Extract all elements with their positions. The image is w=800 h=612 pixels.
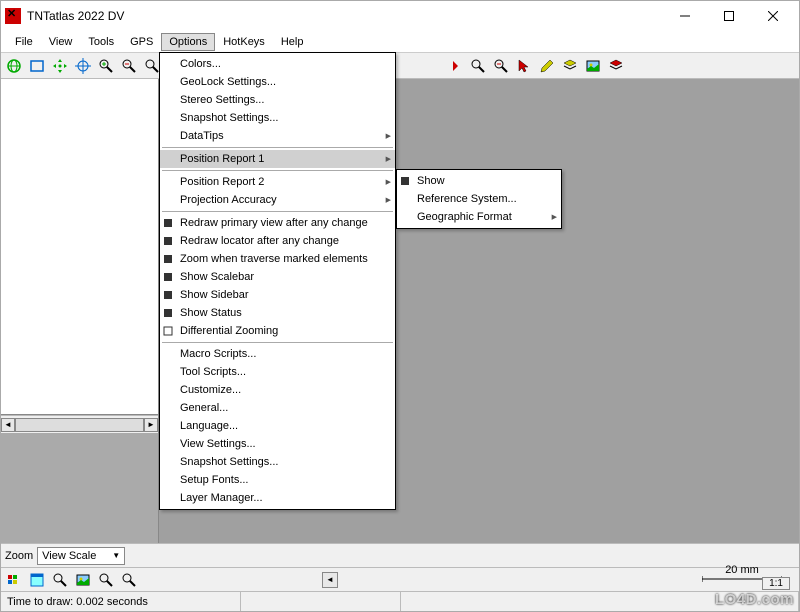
minimize-button[interactable] (663, 2, 707, 30)
main-toolbar (1, 53, 799, 79)
options-position-report-2[interactable]: Position Report 2▶ (160, 173, 395, 191)
bottom-toolbar: ◄ (1, 567, 799, 591)
options-show-sidebar[interactable]: Show Sidebar (160, 286, 395, 304)
zoom-bar: Zoom View Scale ▼ (1, 543, 799, 567)
sidebar-scrollbar[interactable]: ◄ ► (1, 415, 158, 433)
zoom-label: Zoom (5, 550, 33, 562)
options-redraw-primary-view-after-any-change[interactable]: Redraw primary view after any change (160, 214, 395, 232)
check-icon (400, 176, 410, 186)
posreport-show[interactable]: Show (397, 172, 561, 190)
hscroll-left-icon[interactable]: ◄ (322, 572, 338, 588)
options-menu: Colors...GeoLock Settings...Stereo Setti… (159, 52, 396, 510)
menu-hotkeys[interactable]: HotKeys (215, 33, 273, 51)
tool-pan-right[interactable] (444, 55, 466, 77)
check-icon (163, 308, 173, 318)
tool-magnify-gradient[interactable] (118, 569, 140, 591)
tool-zoom-in[interactable] (95, 55, 117, 77)
options-projection-accuracy[interactable]: Projection Accuracy▶ (160, 191, 395, 209)
tool-palette[interactable] (3, 569, 25, 591)
check-icon (163, 254, 173, 264)
options-snapshot-settings[interactable]: Snapshot Settings... (160, 453, 395, 471)
options-differential-zooming[interactable]: Differential Zooming (160, 322, 395, 340)
options-zoom-when-traverse-marked-elements[interactable]: Zoom when traverse marked elements (160, 250, 395, 268)
tool-window[interactable] (26, 569, 48, 591)
options-macro-scripts[interactable]: Macro Scripts... (160, 345, 395, 363)
menubar: FileViewToolsGPSOptionsHotKeysHelp (1, 31, 799, 53)
scroll-right-icon[interactable]: ► (144, 418, 158, 432)
tool-image-toggle[interactable] (582, 55, 604, 77)
options-layer-manager[interactable]: Layer Manager... (160, 489, 395, 507)
status-cell-2 (241, 592, 401, 611)
options-customize[interactable]: Customize... (160, 381, 395, 399)
options-tool-scripts[interactable]: Tool Scripts... (160, 363, 395, 381)
zoom-select[interactable]: View Scale ▼ (37, 547, 125, 565)
options-position-report-1[interactable]: Position Report 1▶ (160, 150, 395, 168)
check-icon (163, 290, 173, 300)
status-time: Time to draw: 0.002 seconds (1, 592, 241, 611)
tool-zoom-tool[interactable] (467, 55, 489, 77)
posreport-geographic-format[interactable]: Geographic Format▶ (397, 208, 561, 226)
tool-zoom-out[interactable] (118, 55, 140, 77)
options-show-scalebar[interactable]: Show Scalebar (160, 268, 395, 286)
submenu-arrow-icon: ▶ (386, 132, 391, 140)
tool-pencil[interactable] (536, 55, 558, 77)
tool-magnify-blue[interactable] (95, 569, 117, 591)
title-bar: TNTatlas 2022 DV (1, 1, 799, 31)
tool-move[interactable] (49, 55, 71, 77)
menu-help[interactable]: Help (273, 33, 312, 51)
sidebar: ◄ ► (1, 79, 159, 543)
watermark: LO4D.com (715, 591, 794, 608)
statusbar: Time to draw: 0.002 seconds (1, 591, 799, 611)
tool-rect-select[interactable] (26, 55, 48, 77)
content-area: ◄ ► (1, 79, 799, 543)
tool-picture[interactable] (72, 569, 94, 591)
close-button[interactable] (751, 2, 795, 30)
scroll-track[interactable] (15, 418, 144, 432)
scroll-left-icon[interactable]: ◄ (1, 418, 15, 432)
menu-view[interactable]: View (41, 33, 81, 51)
position-report-submenu: ShowReference System...Geographic Format… (396, 169, 562, 229)
tool-cursor[interactable] (513, 55, 535, 77)
check-icon (163, 272, 173, 282)
zoom-selected: View Scale (42, 550, 96, 562)
tool-globe[interactable] (3, 55, 25, 77)
options-language[interactable]: Language... (160, 417, 395, 435)
dropdown-arrow-icon: ▼ (112, 551, 120, 560)
scale-ratio: 1:1 (762, 577, 790, 590)
posreport-reference-system[interactable]: Reference System... (397, 190, 561, 208)
check-icon (163, 326, 173, 336)
options-view-settings[interactable]: View Settings... (160, 435, 395, 453)
options-setup-fonts[interactable]: Setup Fonts... (160, 471, 395, 489)
window-title: TNTatlas 2022 DV (27, 9, 663, 23)
menu-file[interactable]: File (7, 33, 41, 51)
options-snapshot-settings[interactable]: Snapshot Settings... (160, 109, 395, 127)
tool-layers-yellow[interactable] (559, 55, 581, 77)
scale-label: 20 mm (725, 564, 759, 576)
check-icon (163, 218, 173, 228)
options-redraw-locator-after-any-change[interactable]: Redraw locator after any change (160, 232, 395, 250)
menu-gps[interactable]: GPS (122, 33, 161, 51)
options-general[interactable]: General... (160, 399, 395, 417)
options-colors[interactable]: Colors... (160, 55, 395, 73)
submenu-arrow-icon: ▶ (386, 196, 391, 204)
locator-panel (1, 433, 158, 543)
submenu-arrow-icon: ▶ (386, 178, 391, 186)
submenu-arrow-icon: ▶ (386, 155, 391, 163)
menu-options[interactable]: Options (161, 33, 215, 51)
tool-layers-red[interactable] (605, 55, 627, 77)
tool-crosshair[interactable] (72, 55, 94, 77)
menu-tools[interactable]: Tools (80, 33, 122, 51)
app-icon (5, 8, 21, 24)
tool-zoom-minus[interactable] (490, 55, 512, 77)
sidebar-top-panel (1, 79, 158, 415)
maximize-button[interactable] (707, 2, 751, 30)
submenu-arrow-icon: ▶ (552, 213, 557, 221)
options-datatips[interactable]: DataTips▶ (160, 127, 395, 145)
options-geolock-settings[interactable]: GeoLock Settings... (160, 73, 395, 91)
options-stereo-settings[interactable]: Stereo Settings... (160, 91, 395, 109)
tool-magnify[interactable] (49, 569, 71, 591)
check-icon (163, 236, 173, 246)
options-show-status[interactable]: Show Status (160, 304, 395, 322)
